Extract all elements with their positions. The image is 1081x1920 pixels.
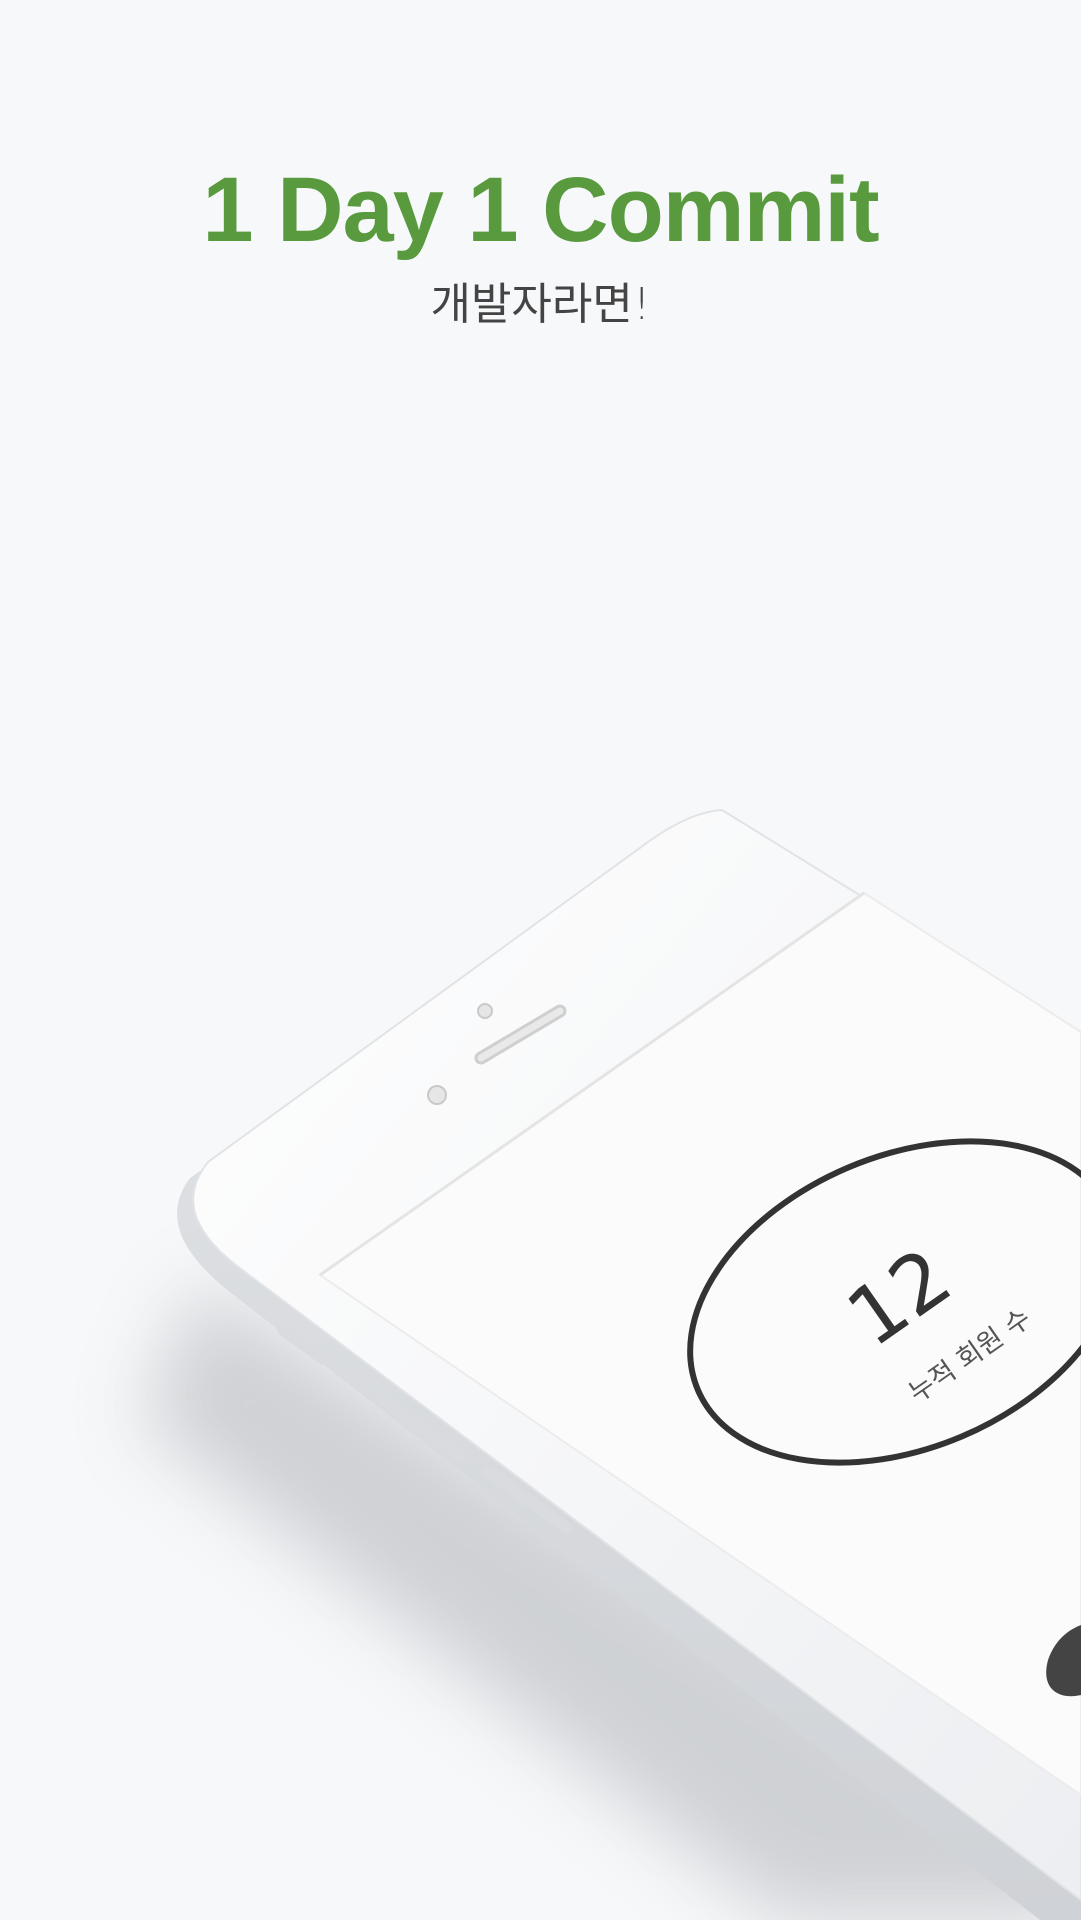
phone-mockup: 12 누적 회원 수	[140, 808, 1081, 1920]
front-camera-icon	[477, 1003, 493, 1019]
sensor-dot-icon	[427, 1085, 447, 1105]
